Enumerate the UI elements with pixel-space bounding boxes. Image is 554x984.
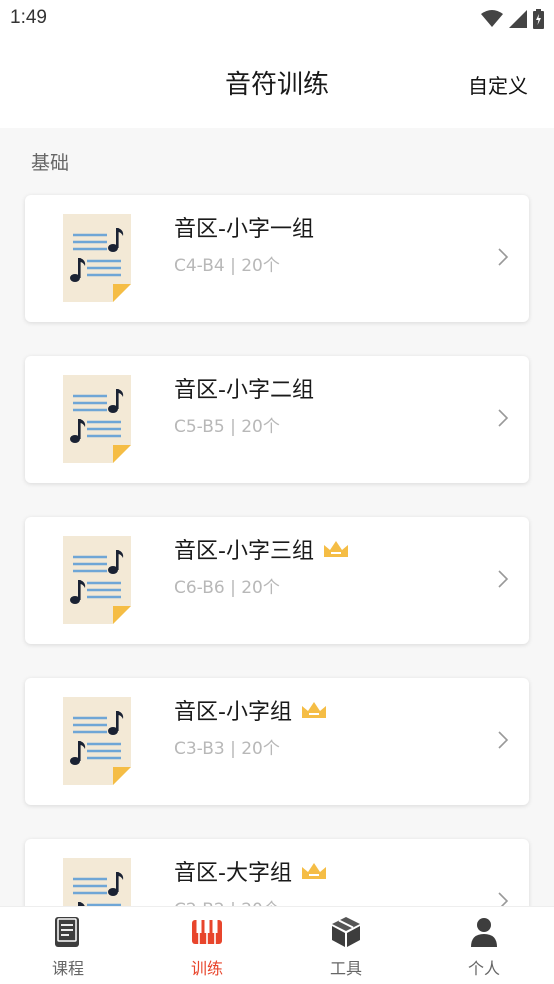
crown-icon	[323, 541, 348, 557]
exercise-card[interactable]: 音区-小字组 C3-B3 | 20个	[25, 678, 529, 805]
section-label: 基础	[31, 152, 70, 174]
tab-courses[interactable]: 课程	[18, 915, 118, 979]
box-icon	[332, 917, 360, 947]
app-header: 音符训练 自定义	[0, 40, 554, 128]
card-title-row: 音区-小字组	[174, 694, 328, 726]
tab-training[interactable]: 训练	[157, 915, 257, 979]
wifi-icon	[481, 10, 503, 27]
battery-icon	[533, 9, 544, 29]
card-title: 音区-小字三组	[174, 539, 314, 564]
exercise-card[interactable]: 音区-小字二组 C5-B5 | 20个	[25, 356, 529, 483]
sheet-music-icon	[63, 697, 131, 785]
customize-button[interactable]: 自定义	[468, 70, 528, 99]
card-title-row: 音区-大字组	[174, 855, 328, 887]
card-title: 音区-小字一组	[174, 217, 314, 242]
piano-icon	[192, 920, 222, 944]
exercise-card[interactable]: 音区-小字三组 C6-B6 | 20个	[25, 517, 529, 644]
card-subtitle: C5-B5 | 20个	[174, 417, 280, 437]
tab-label: 个人	[467, 959, 500, 978]
card-title-row: 音区-小字一组	[174, 211, 314, 243]
tab-label: 工具	[329, 959, 362, 978]
card-subtitle: C2-B2 | 20个	[174, 895, 280, 906]
sheet-music-icon	[63, 214, 131, 302]
status-bar: 1:49	[0, 0, 554, 40]
chevron-right-icon	[497, 891, 509, 906]
card-subtitle: C4-B4 | 20个	[174, 256, 280, 276]
status-time: 1:49	[10, 7, 47, 28]
tab-label: 课程	[51, 959, 84, 978]
chevron-right-icon	[497, 247, 509, 267]
book-icon	[55, 917, 79, 947]
status-icons	[481, 9, 544, 29]
exercise-list[interactable]: 基础 音区-小字一组 C4-B4 | 20个 音区-小字二组 C5-B5 | 2…	[0, 128, 554, 906]
tab-label: 训练	[190, 959, 223, 978]
sheet-music-icon	[63, 375, 131, 463]
card-title: 音区-小字组	[174, 700, 292, 725]
card-subtitle: C3-B3 | 20个	[174, 739, 280, 759]
chevron-right-icon	[497, 569, 509, 589]
signal-icon	[509, 10, 527, 28]
exercise-card[interactable]: 音区-大字组 C2-B2 | 20个	[25, 839, 529, 906]
exercise-card[interactable]: 音区-小字一组 C4-B4 | 20个	[25, 195, 529, 322]
sheet-music-icon	[63, 858, 131, 906]
tab-tools[interactable]: 工具	[296, 915, 396, 979]
chevron-right-icon	[497, 408, 509, 428]
bottom-tab-bar: 课程 训练 工具 个人	[0, 906, 554, 984]
card-title: 音区-大字组	[174, 861, 292, 886]
card-title: 音区-小字二组	[174, 378, 314, 403]
sheet-music-icon	[63, 536, 131, 624]
crown-icon	[301, 702, 326, 718]
card-title-row: 音区-小字二组	[174, 372, 314, 404]
person-icon	[471, 918, 497, 947]
chevron-right-icon	[497, 730, 509, 750]
crown-icon	[301, 863, 326, 879]
card-subtitle: C6-B6 | 20个	[174, 578, 280, 598]
card-title-row: 音区-小字三组	[174, 533, 350, 565]
tab-profile[interactable]: 个人	[434, 915, 534, 979]
